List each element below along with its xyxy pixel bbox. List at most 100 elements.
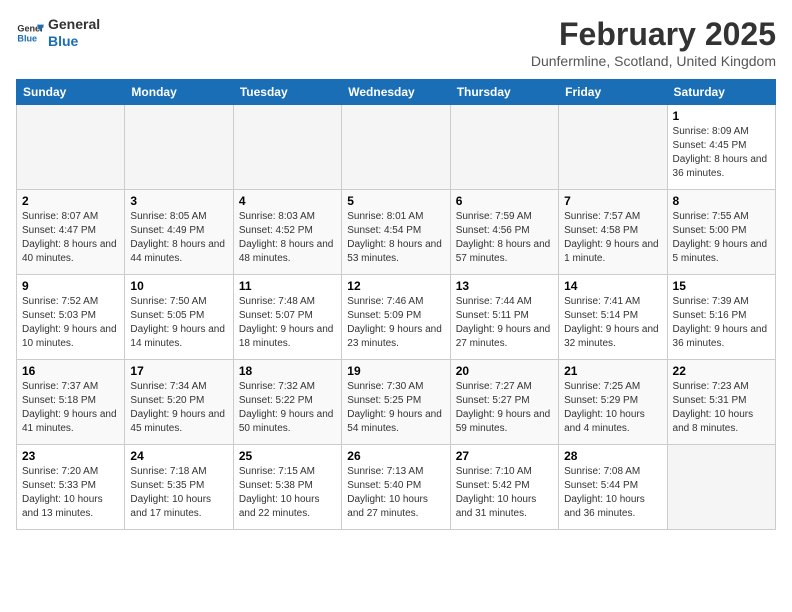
day-info: Sunrise: 7:44 AMSunset: 5:11 PMDaylight:… — [456, 295, 553, 351]
day-number: 18 — [239, 364, 336, 378]
col-tuesday: Tuesday — [233, 80, 341, 105]
day-number: 12 — [347, 279, 444, 293]
calendar-table: Sunday Monday Tuesday Wednesday Thursday… — [16, 79, 776, 530]
calendar-cell — [17, 105, 125, 190]
calendar-cell — [233, 105, 341, 190]
day-number: 20 — [456, 364, 553, 378]
logo-blue: Blue — [48, 33, 100, 50]
day-number: 5 — [347, 194, 444, 208]
day-info: Sunrise: 7:39 AMSunset: 5:16 PMDaylight:… — [673, 295, 770, 351]
day-number: 1 — [673, 109, 770, 123]
calendar-cell: 13 Sunrise: 7:44 AMSunset: 5:11 PMDayligh… — [450, 275, 558, 360]
calendar-cell: 26 Sunrise: 7:13 AMSunset: 5:40 PMDayligh… — [342, 445, 450, 530]
week-row-1: 1 Sunrise: 8:09 AMSunset: 4:45 PMDaylight… — [17, 105, 776, 190]
calendar-cell: 22 Sunrise: 7:23 AMSunset: 5:31 PMDayligh… — [667, 360, 775, 445]
calendar-cell: 3Sunrise: 8:05 AMSunset: 4:49 PMDaylight… — [125, 190, 233, 275]
calendar-cell: 23 Sunrise: 7:20 AMSunset: 5:33 PMDayligh… — [17, 445, 125, 530]
day-number: 11 — [239, 279, 336, 293]
week-row-3: 9Sunrise: 7:52 AMSunset: 5:03 PMDaylight… — [17, 275, 776, 360]
day-number: 23 — [22, 449, 119, 463]
day-number: 22 — [673, 364, 770, 378]
calendar-cell: 11 Sunrise: 7:48 AMSunset: 5:07 PMDayligh… — [233, 275, 341, 360]
calendar-title: February 2025 — [531, 16, 776, 53]
day-info: Sunrise: 7:50 AMSunset: 5:05 PMDaylight:… — [130, 295, 227, 351]
calendar-cell: 8 Sunrise: 7:55 AMSunset: 5:00 PMDaylight… — [667, 190, 775, 275]
calendar-subtitle: Dunfermline, Scotland, United Kingdom — [531, 53, 776, 69]
day-info: Sunrise: 7:25 AMSunset: 5:29 PMDaylight:… — [564, 380, 661, 436]
col-sunday: Sunday — [17, 80, 125, 105]
day-info: Sunrise: 7:15 AMSunset: 5:38 PMDaylight:… — [239, 465, 336, 521]
col-saturday: Saturday — [667, 80, 775, 105]
calendar-cell — [667, 445, 775, 530]
day-number: 13 — [456, 279, 553, 293]
calendar-cell: 14 Sunrise: 7:41 AMSunset: 5:14 PMDayligh… — [559, 275, 667, 360]
logo-general: General — [48, 16, 100, 33]
day-info: Sunrise: 8:07 AMSunset: 4:47 PMDaylight:… — [22, 210, 119, 266]
day-number: 14 — [564, 279, 661, 293]
day-info: Sunrise: 7:55 AMSunset: 5:00 PMDaylight:… — [673, 210, 770, 266]
calendar-cell: 28Sunrise: 7:08 AMSunset: 5:44 PMDayligh… — [559, 445, 667, 530]
calendar-cell: 12 Sunrise: 7:46 AMSunset: 5:09 PMDayligh… — [342, 275, 450, 360]
day-info: Sunrise: 8:03 AMSunset: 4:52 PMDaylight:… — [239, 210, 336, 266]
day-number: 4 — [239, 194, 336, 208]
calendar-cell: 1 Sunrise: 8:09 AMSunset: 4:45 PMDaylight… — [667, 105, 775, 190]
header: General Blue General Blue February 2025 … — [16, 16, 776, 69]
calendar-cell: 6 Sunrise: 7:59 AMSunset: 4:56 PMDaylight… — [450, 190, 558, 275]
calendar-header-row: Sunday Monday Tuesday Wednesday Thursday… — [17, 80, 776, 105]
day-info: Sunrise: 7:34 AMSunset: 5:20 PMDaylight:… — [130, 380, 227, 436]
calendar-cell: 27Sunrise: 7:10 AMSunset: 5:42 PMDayligh… — [450, 445, 558, 530]
day-info: Sunrise: 7:27 AMSunset: 5:27 PMDaylight:… — [456, 380, 553, 436]
calendar-cell: 2 Sunrise: 8:07 AMSunset: 4:47 PMDaylight… — [17, 190, 125, 275]
calendar-cell — [125, 105, 233, 190]
day-number: 3 — [130, 194, 227, 208]
calendar-cell: 18 Sunrise: 7:32 AMSunset: 5:22 PMDayligh… — [233, 360, 341, 445]
day-number: 24 — [130, 449, 227, 463]
svg-text:Blue: Blue — [17, 33, 37, 43]
logo-icon: General Blue — [16, 19, 44, 47]
day-info: Sunrise: 7:13 AMSunset: 5:40 PMDaylight:… — [347, 465, 444, 521]
day-number: 28 — [564, 449, 661, 463]
calendar-cell: 17Sunrise: 7:34 AMSunset: 5:20 PMDayligh… — [125, 360, 233, 445]
day-number: 7 — [564, 194, 661, 208]
day-info: Sunrise: 7:32 AMSunset: 5:22 PMDaylight:… — [239, 380, 336, 436]
day-info: Sunrise: 7:23 AMSunset: 5:31 PMDaylight:… — [673, 380, 770, 436]
day-info: Sunrise: 7:59 AMSunset: 4:56 PMDaylight:… — [456, 210, 553, 266]
day-info: Sunrise: 7:20 AMSunset: 5:33 PMDaylight:… — [22, 465, 119, 521]
day-number: 15 — [673, 279, 770, 293]
calendar-cell: 25 Sunrise: 7:15 AMSunset: 5:38 PMDayligh… — [233, 445, 341, 530]
calendar-cell: 15 Sunrise: 7:39 AMSunset: 5:16 PMDayligh… — [667, 275, 775, 360]
calendar-cell: 7 Sunrise: 7:57 AMSunset: 4:58 PMDaylight… — [559, 190, 667, 275]
col-thursday: Thursday — [450, 80, 558, 105]
col-wednesday: Wednesday — [342, 80, 450, 105]
day-number: 19 — [347, 364, 444, 378]
day-number: 26 — [347, 449, 444, 463]
week-row-5: 23 Sunrise: 7:20 AMSunset: 5:33 PMDayligh… — [17, 445, 776, 530]
day-info: Sunrise: 7:41 AMSunset: 5:14 PMDaylight:… — [564, 295, 661, 351]
day-info: Sunrise: 7:46 AMSunset: 5:09 PMDaylight:… — [347, 295, 444, 351]
calendar-cell: 19Sunrise: 7:30 AMSunset: 5:25 PMDayligh… — [342, 360, 450, 445]
day-number: 25 — [239, 449, 336, 463]
calendar-cell: 9Sunrise: 7:52 AMSunset: 5:03 PMDaylight… — [17, 275, 125, 360]
day-number: 6 — [456, 194, 553, 208]
week-row-4: 16Sunrise: 7:37 AMSunset: 5:18 PMDayligh… — [17, 360, 776, 445]
calendar-cell — [450, 105, 558, 190]
calendar-cell: 4 Sunrise: 8:03 AMSunset: 4:52 PMDaylight… — [233, 190, 341, 275]
calendar-cell — [342, 105, 450, 190]
logo: General Blue General Blue — [16, 16, 100, 50]
day-number: 16 — [22, 364, 119, 378]
day-info: Sunrise: 7:57 AMSunset: 4:58 PMDaylight:… — [564, 210, 661, 266]
calendar-cell: 21 Sunrise: 7:25 AMSunset: 5:29 PMDayligh… — [559, 360, 667, 445]
day-info: Sunrise: 7:18 AMSunset: 5:35 PMDaylight:… — [130, 465, 227, 521]
calendar-cell: 5Sunrise: 8:01 AMSunset: 4:54 PMDaylight… — [342, 190, 450, 275]
day-info: Sunrise: 8:09 AMSunset: 4:45 PMDaylight:… — [673, 125, 770, 181]
calendar-cell: 24 Sunrise: 7:18 AMSunset: 5:35 PMDayligh… — [125, 445, 233, 530]
day-number: 8 — [673, 194, 770, 208]
calendar-cell: 10 Sunrise: 7:50 AMSunset: 5:05 PMDayligh… — [125, 275, 233, 360]
day-info: Sunrise: 7:48 AMSunset: 5:07 PMDaylight:… — [239, 295, 336, 351]
week-row-2: 2 Sunrise: 8:07 AMSunset: 4:47 PMDaylight… — [17, 190, 776, 275]
calendar-cell — [559, 105, 667, 190]
day-number: 10 — [130, 279, 227, 293]
day-number: 21 — [564, 364, 661, 378]
day-number: 2 — [22, 194, 119, 208]
title-area: February 2025 Dunfermline, Scotland, Uni… — [531, 16, 776, 69]
